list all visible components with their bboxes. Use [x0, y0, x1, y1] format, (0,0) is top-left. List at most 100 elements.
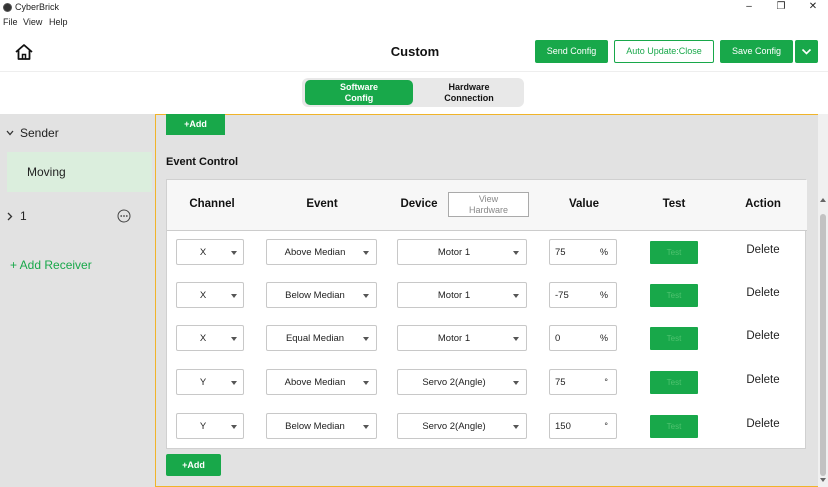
menu-help[interactable]: Help [49, 17, 68, 27]
auto-update-button[interactable]: Auto Update:Close [614, 40, 714, 63]
view-hw-line1: View [478, 194, 499, 204]
page-title: Custom [390, 44, 440, 59]
caret-down-icon [363, 425, 369, 429]
value-text: 0 [555, 333, 561, 344]
channel-select[interactable]: Y [176, 369, 244, 395]
delete-button[interactable]: Delete [737, 287, 789, 299]
event-select[interactable]: Below Median [266, 282, 377, 308]
col-event: Event [306, 198, 338, 210]
value-unit: ° [604, 421, 608, 431]
top-header: Custom Send Config Auto Update:Close Sav… [0, 30, 828, 72]
scroll-down-icon[interactable] [820, 478, 826, 482]
channel-select[interactable]: X [176, 239, 244, 265]
event-select[interactable]: Above Median [266, 369, 377, 395]
col-channel: Channel [189, 198, 235, 210]
window-title: CyberBrick [15, 2, 60, 12]
sidebar-item-moving[interactable]: Moving [7, 152, 152, 192]
value-input[interactable]: 75% [549, 239, 617, 265]
delete-button[interactable]: Delete [737, 418, 789, 430]
delete-button[interactable]: Delete [737, 374, 789, 386]
channel-value: X [199, 247, 207, 258]
device-value: Servo 2(Angle) [422, 377, 486, 388]
tab-software-config[interactable]: Software Config [305, 80, 413, 105]
value-input[interactable]: 0% [549, 325, 617, 351]
more-options-icon[interactable] [117, 209, 131, 223]
minimize-button[interactable]: – [734, 0, 764, 14]
event-select[interactable]: Above Median [266, 239, 377, 265]
col-device: Device [400, 198, 438, 210]
test-button[interactable]: Test [650, 241, 698, 264]
device-select[interactable]: Motor 1 [397, 239, 527, 265]
caret-down-icon [231, 381, 237, 385]
sidebar-moving-label: Moving [27, 165, 66, 179]
value-text: 75 [555, 247, 566, 258]
caret-down-icon [363, 294, 369, 298]
tab-hardware-line2: Connection [444, 93, 494, 103]
caret-down-icon [363, 251, 369, 255]
tab-software-line1: Software [339, 82, 378, 92]
add-event-button-top[interactable]: +Add [166, 114, 225, 135]
caret-down-icon [513, 294, 519, 298]
test-button[interactable]: Test [650, 415, 698, 438]
sidebar: Sender Moving 1 + Add Receiver [0, 114, 155, 487]
device-select[interactable]: Servo 2(Angle) [397, 413, 527, 439]
value-input[interactable]: -75% [549, 282, 617, 308]
save-options-dropdown[interactable] [795, 40, 818, 63]
event-control-table: Channel Event Device View Hardware Value… [166, 179, 807, 449]
channel-select[interactable]: X [176, 325, 244, 351]
event-select[interactable]: Below Median [266, 413, 377, 439]
caret-down-icon [231, 425, 237, 429]
value-input[interactable]: 75 ° [549, 369, 617, 395]
device-select[interactable]: Motor 1 [397, 325, 527, 351]
table-row: X Above Median Motor 1 75% Test Delete [167, 231, 807, 273]
save-config-button[interactable]: Save Config [720, 40, 793, 63]
value-text: 150 [555, 421, 571, 432]
channel-value: Y [199, 377, 207, 388]
delete-button[interactable]: Delete [737, 330, 789, 342]
menu-view[interactable]: View [23, 17, 42, 27]
value-unit: % [599, 247, 608, 257]
scroll-thumb[interactable] [820, 214, 826, 476]
table-row: X Equal Median Motor 1 0% Test Delete [167, 317, 807, 359]
device-select[interactable]: Motor 1 [397, 282, 527, 308]
device-value: Motor 1 [437, 290, 471, 301]
add-receiver-button[interactable]: + Add Receiver [10, 258, 92, 272]
vertical-scrollbar[interactable] [818, 114, 828, 487]
test-button[interactable]: Test [650, 284, 698, 307]
caret-down-icon [513, 381, 519, 385]
caret-down-icon [513, 337, 519, 341]
app-logo-icon [3, 3, 12, 12]
tab-hardware-connection[interactable]: Hardware Connection [416, 80, 522, 105]
channel-select[interactable]: X [176, 282, 244, 308]
sidebar-item-receiver-1[interactable]: 1 [0, 206, 155, 228]
value-unit: % [599, 290, 608, 300]
channel-select[interactable]: Y [176, 413, 244, 439]
value-text: -75 [555, 290, 569, 301]
test-button[interactable]: Test [650, 327, 698, 350]
menu-file[interactable]: File [3, 17, 18, 27]
col-value: Value [568, 198, 600, 210]
device-select[interactable]: Servo 2(Angle) [397, 369, 527, 395]
view-hardware-button[interactable]: View Hardware [448, 192, 529, 217]
event-value: Below Median [285, 290, 345, 301]
value-unit: ° [604, 377, 608, 387]
home-icon[interactable] [14, 43, 34, 61]
scroll-up-icon[interactable] [820, 198, 826, 202]
add-event-button-bottom[interactable]: +Add [166, 454, 221, 476]
value-unit: % [599, 333, 608, 343]
device-value: Servo 2(Angle) [422, 421, 486, 432]
value-input[interactable]: 150 ° [549, 413, 617, 439]
caret-down-icon [231, 337, 237, 341]
caret-down-icon [513, 425, 519, 429]
test-button[interactable]: Test [650, 371, 698, 394]
send-config-button[interactable]: Send Config [535, 40, 608, 63]
maximize-button[interactable]: ❐ [766, 0, 796, 14]
title-bar: CyberBrick – ❐ ✕ [0, 0, 828, 16]
sidebar-item-sender[interactable]: Sender [0, 122, 155, 144]
delete-button[interactable]: Delete [737, 244, 789, 256]
event-select[interactable]: Equal Median [266, 325, 377, 351]
close-window-button[interactable]: ✕ [798, 0, 828, 14]
channel-value: Y [199, 421, 207, 432]
channel-value: X [199, 290, 207, 301]
view-hw-line2: Hardware [468, 205, 508, 215]
